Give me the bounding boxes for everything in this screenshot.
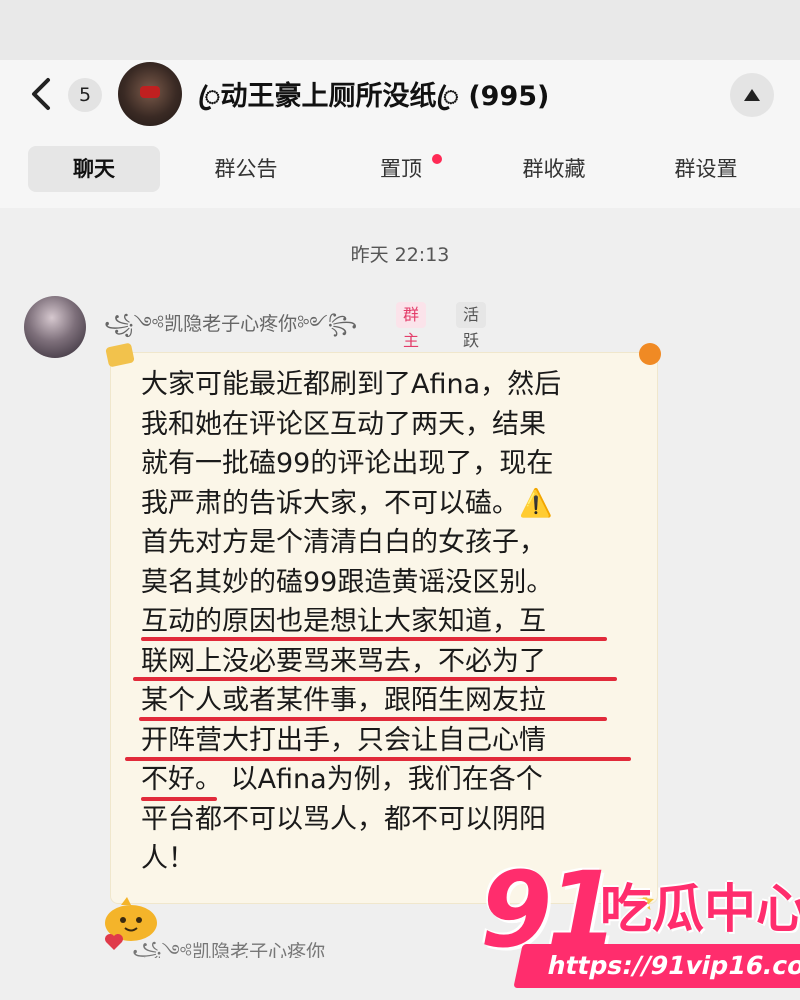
sender-name[interactable]: ꧁༺凯隐老子心疼你༻꧂ xyxy=(104,302,357,356)
tab-pinned-label: 置顶 xyxy=(380,157,422,181)
highlight-underline xyxy=(125,757,631,761)
message-text: 大家可能最近都刷到了Afina，然后 我和她在评论区互动了两天，结果 就有一批磕… xyxy=(141,369,562,874)
site-watermark: 91 吃瓜中心 https://91vip16.com xyxy=(480,858,800,1000)
tab-favorites[interactable]: 群收藏 xyxy=(504,146,604,192)
owner-badge: 群主 xyxy=(396,302,427,350)
bubble-sticker-icon xyxy=(105,342,135,368)
highlight-underline xyxy=(133,677,617,681)
tab-settings[interactable]: 群设置 xyxy=(656,146,756,192)
group-avatar[interactable] xyxy=(118,62,182,126)
back-button[interactable] xyxy=(28,76,58,112)
tab-chat[interactable]: 聊天 xyxy=(28,146,160,192)
chevron-left-icon xyxy=(32,78,50,110)
message-timestamp: 昨天 22:13 xyxy=(350,244,450,266)
highlight-underline xyxy=(139,717,607,721)
heart-icon xyxy=(105,934,123,950)
new-dot-icon xyxy=(432,154,442,164)
tab-bar: 聊天 群公告 置顶 群收藏 群设置 xyxy=(0,130,800,209)
status-bar-area xyxy=(0,0,800,60)
triangle-up-icon xyxy=(744,89,760,101)
avatar[interactable] xyxy=(24,296,86,358)
watermark-title: 吃瓜中心 xyxy=(600,880,800,940)
group-title: ꦿ动王豪上厕所没纸ꦿ (995) xyxy=(198,81,550,112)
highlight-underline xyxy=(141,797,217,801)
highlight-underline xyxy=(141,637,607,641)
active-badge: 活跃 xyxy=(456,302,487,350)
next-message-sender: ꧁༺凯隐老子心疼你 xyxy=(132,941,326,958)
collapse-button[interactable] xyxy=(730,73,774,117)
chat-header: 5 ꦿ动王豪上厕所没纸ꦿ (995) xyxy=(0,60,800,130)
orange-fruit-icon xyxy=(639,343,661,365)
tab-announcement[interactable]: 群公告 xyxy=(190,146,302,192)
unread-count-badge: 5 xyxy=(68,78,102,112)
watermark-url: https://91vip16.com xyxy=(513,944,800,988)
tab-pinned[interactable]: 置顶 xyxy=(368,146,442,192)
message-bubble[interactable]: 大家可能最近都刷到了Afina，然后 我和她在评论区互动了两天，结果 就有一批磕… xyxy=(105,342,661,941)
